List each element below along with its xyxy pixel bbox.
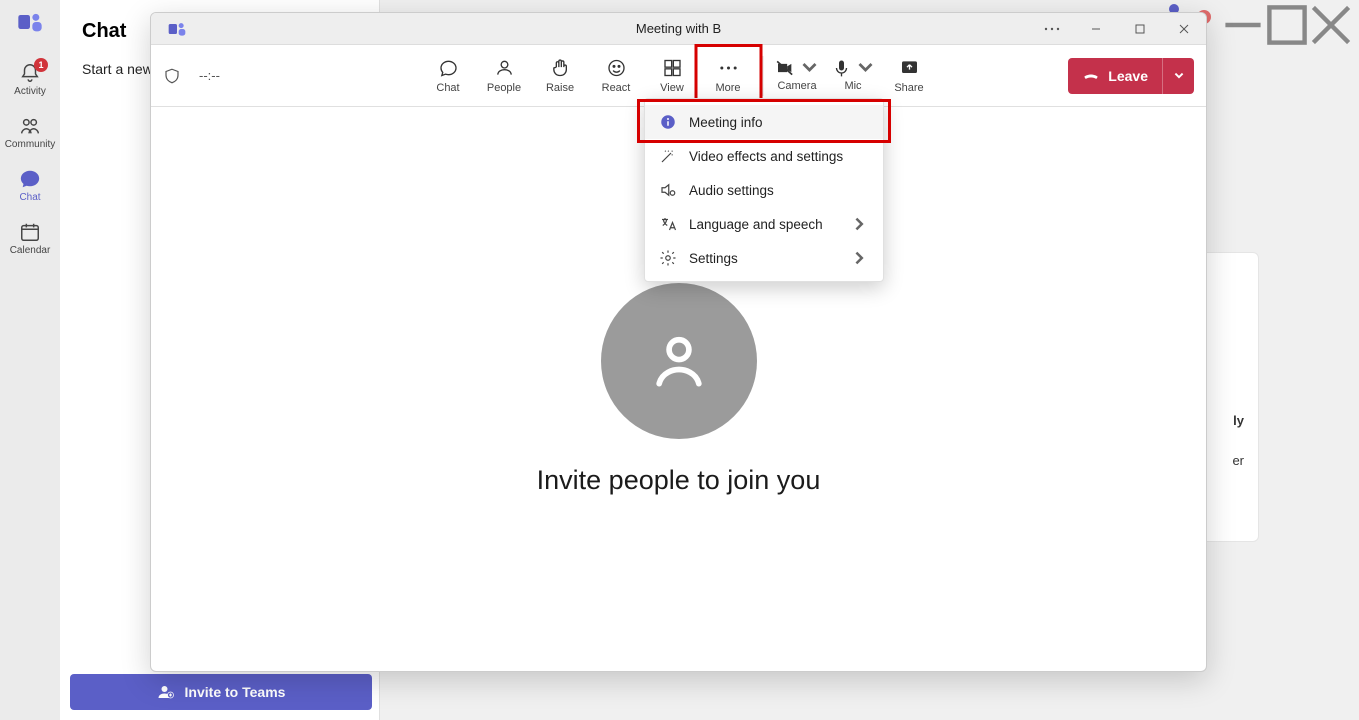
toolbar-camera-button[interactable]: Camera: [769, 52, 825, 98]
tbtn-label: Camera: [777, 80, 816, 92]
camera-off-icon: [775, 58, 795, 78]
toolbar-chat-button[interactable]: Chat: [420, 52, 476, 100]
toolbar-divider: [762, 56, 763, 96]
tbtn-label: View: [660, 82, 684, 94]
toolbar-right: Leave: [1068, 58, 1194, 94]
toolbar-raise-button[interactable]: Raise: [532, 52, 588, 100]
leave-dropdown-button[interactable]: [1162, 58, 1194, 94]
speaker-gear-icon: [659, 181, 677, 199]
peek-text: ly: [1233, 413, 1244, 428]
dd-label: Audio settings: [689, 183, 774, 198]
toolbar-react-button[interactable]: React: [588, 52, 644, 100]
rail-label: Chat: [19, 192, 40, 203]
dropdown-meeting-info[interactable]: Meeting info: [645, 105, 883, 139]
maximize-button[interactable]: [1118, 13, 1162, 45]
activity-badge: 1: [34, 58, 48, 72]
app-rail: 1 Activity Community Chat Calendar: [0, 0, 60, 720]
gear-icon: [659, 249, 677, 267]
rail-label: Activity: [14, 86, 46, 97]
tbtn-label: Mic: [844, 80, 861, 92]
dd-label: Language and speech: [689, 217, 823, 232]
invite-to-teams-button[interactable]: Invite to Teams: [70, 674, 372, 710]
dd-label: Settings: [689, 251, 738, 266]
hand-icon: [550, 58, 570, 78]
leave-main[interactable]: Leave: [1068, 67, 1162, 85]
rail-calendar[interactable]: Calendar: [0, 213, 60, 266]
bg-maximize-button[interactable]: [1265, 10, 1309, 40]
wand-icon: [659, 147, 677, 165]
dropdown-video-effects[interactable]: Video effects and settings: [645, 139, 883, 173]
rail-label: Community: [5, 139, 56, 150]
rail-chat[interactable]: Chat: [0, 160, 60, 213]
language-icon: [659, 215, 677, 233]
more-options-button[interactable]: [1030, 13, 1074, 45]
tbtn-label: People: [487, 82, 521, 94]
invite-btn-label: Invite to Teams: [185, 684, 286, 700]
tbtn-label: Raise: [546, 82, 574, 94]
dd-label: Meeting info: [689, 115, 763, 130]
invite-message: Invite people to join you: [537, 465, 821, 496]
chevron-down-icon: [1173, 70, 1185, 82]
people-icon: [494, 58, 514, 78]
leave-label: Leave: [1108, 68, 1148, 84]
tbtn-label: Chat: [436, 82, 459, 94]
titlebar: Meeting with B: [151, 13, 1206, 45]
dropdown-audio-settings[interactable]: Audio settings: [645, 173, 883, 207]
window-controls: [1030, 13, 1206, 45]
teams-logo-icon: [167, 19, 187, 39]
chevron-down-icon[interactable]: [855, 58, 875, 78]
tbtn-label: Share: [894, 82, 923, 94]
bg-close-button[interactable]: [1309, 10, 1353, 40]
grid-icon: [662, 58, 682, 78]
dd-label: Video effects and settings: [689, 149, 843, 164]
chevron-down-icon[interactable]: [799, 58, 819, 78]
phone-hangup-icon: [1082, 67, 1100, 85]
mic-icon: [831, 58, 851, 78]
toolbar-share-button[interactable]: Share: [881, 52, 937, 100]
dropdown-settings[interactable]: Settings: [645, 241, 883, 275]
teams-logo-icon: [16, 8, 44, 36]
minimize-button[interactable]: [1074, 13, 1118, 45]
chevron-right-icon: [851, 249, 869, 267]
toolbar-left: --:--: [163, 67, 220, 85]
more-dropdown: Meeting info Video effects and settings …: [644, 98, 884, 282]
ellipsis-icon: [718, 58, 738, 78]
dropdown-language[interactable]: Language and speech: [645, 207, 883, 241]
close-button[interactable]: [1162, 13, 1206, 45]
rail-community[interactable]: Community: [0, 107, 60, 160]
toolbar-view-button[interactable]: View: [644, 52, 700, 100]
chat-icon: [438, 58, 458, 78]
peek-text: er: [1232, 453, 1244, 468]
toolbar-mic-button[interactable]: Mic: [825, 52, 881, 98]
bg-minimize-button[interactable]: [1221, 10, 1265, 40]
person-icon: [645, 327, 713, 395]
share-screen-icon: [899, 58, 919, 78]
people-add-icon: [157, 683, 175, 701]
smile-icon: [606, 58, 626, 78]
toolbar-more-button[interactable]: More: [700, 52, 756, 100]
rail-activity[interactable]: 1 Activity: [0, 54, 60, 107]
rail-label: Calendar: [10, 245, 51, 256]
chevron-right-icon: [851, 215, 869, 233]
leave-button[interactable]: Leave: [1068, 58, 1194, 94]
window-title: Meeting with B: [636, 21, 721, 36]
meeting-timer: --:--: [199, 68, 220, 83]
toolbar-people-button[interactable]: People: [476, 52, 532, 100]
bg-window-controls: [1221, 10, 1353, 40]
tbtn-label: React: [602, 82, 631, 94]
info-icon: [659, 113, 677, 131]
shield-icon[interactable]: [163, 67, 181, 85]
participant-avatar: [601, 283, 757, 439]
tbtn-label: More: [715, 82, 740, 94]
toolbar-center: Chat People Raise React View More: [420, 52, 937, 100]
